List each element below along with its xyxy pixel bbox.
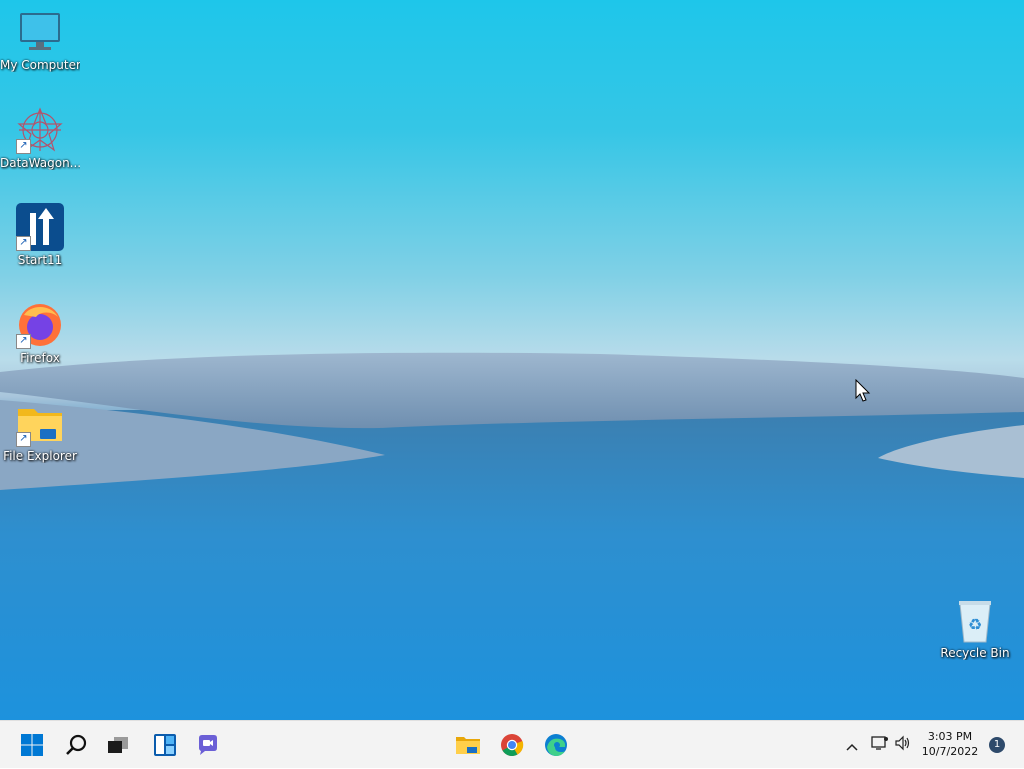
shortcut-arrow-icon: ↗ — [16, 236, 31, 251]
desktop-icon-my-computer[interactable]: My Computer — [0, 8, 80, 72]
firefox-icon: ↗ — [16, 301, 64, 349]
desktop-icon-recycle-bin[interactable]: ♻ Recycle Bin — [935, 596, 1015, 660]
volume-icon[interactable] — [892, 735, 914, 755]
start11-icon: ↗ — [16, 203, 64, 251]
desktop-icon-label: DataWagon... — [0, 156, 80, 170]
edge-icon[interactable] — [540, 729, 572, 761]
monitor-icon — [16, 8, 64, 56]
mouse-cursor-icon — [855, 379, 871, 402]
clock-date: 10/7/2022 — [921, 745, 979, 758]
taskbar: 3:03 PM 10/7/2022 1 — [0, 720, 1024, 768]
desktop-icon-start11[interactable]: ↗ Start11 — [0, 203, 80, 267]
system-tray — [842, 721, 914, 769]
file-explorer-icon[interactable] — [452, 729, 484, 761]
desktop[interactable]: My Computer ↗ DataWagon... ↗ Start11 ↗ F… — [0, 0, 1024, 720]
wallpaper — [0, 352, 1024, 720]
notification-badge[interactable]: 1 — [989, 737, 1005, 753]
shortcut-arrow-icon: ↗ — [16, 432, 31, 447]
folder-icon: ↗ — [16, 399, 64, 447]
widgets-icon[interactable] — [149, 729, 181, 761]
search-icon[interactable] — [60, 729, 92, 761]
task-view-icon[interactable] — [102, 729, 134, 761]
desktop-icon-label: Start11 — [17, 253, 63, 267]
datawagon-icon: ↗ — [16, 106, 64, 154]
desktop-icon-firefox[interactable]: ↗ Firefox — [0, 301, 80, 365]
shortcut-arrow-icon: ↗ — [16, 334, 31, 349]
clock[interactable]: 3:03 PM 10/7/2022 — [920, 729, 980, 759]
shortcut-arrow-icon: ↗ — [16, 139, 31, 154]
desktop-icon-label: My Computer — [0, 58, 80, 72]
network-icon[interactable] — [868, 735, 892, 755]
desktop-icon-label: File Explorer — [3, 449, 77, 463]
desktop-icon-datawagon[interactable]: ↗ DataWagon... — [0, 106, 80, 170]
svg-text:♻: ♻ — [968, 615, 982, 634]
chrome-icon[interactable] — [496, 729, 528, 761]
clock-time: 3:03 PM — [927, 730, 973, 743]
desktop-icon-file-explorer[interactable]: ↗ File Explorer — [0, 399, 80, 463]
windows-start-icon[interactable] — [16, 729, 48, 761]
desktop-icon-label: Recycle Bin — [940, 646, 1010, 660]
chevron-up-icon[interactable] — [842, 736, 862, 755]
chat-icon[interactable] — [192, 729, 224, 761]
desktop-icon-label: Firefox — [20, 351, 60, 365]
recycle-bin-icon: ♻ — [951, 596, 999, 644]
